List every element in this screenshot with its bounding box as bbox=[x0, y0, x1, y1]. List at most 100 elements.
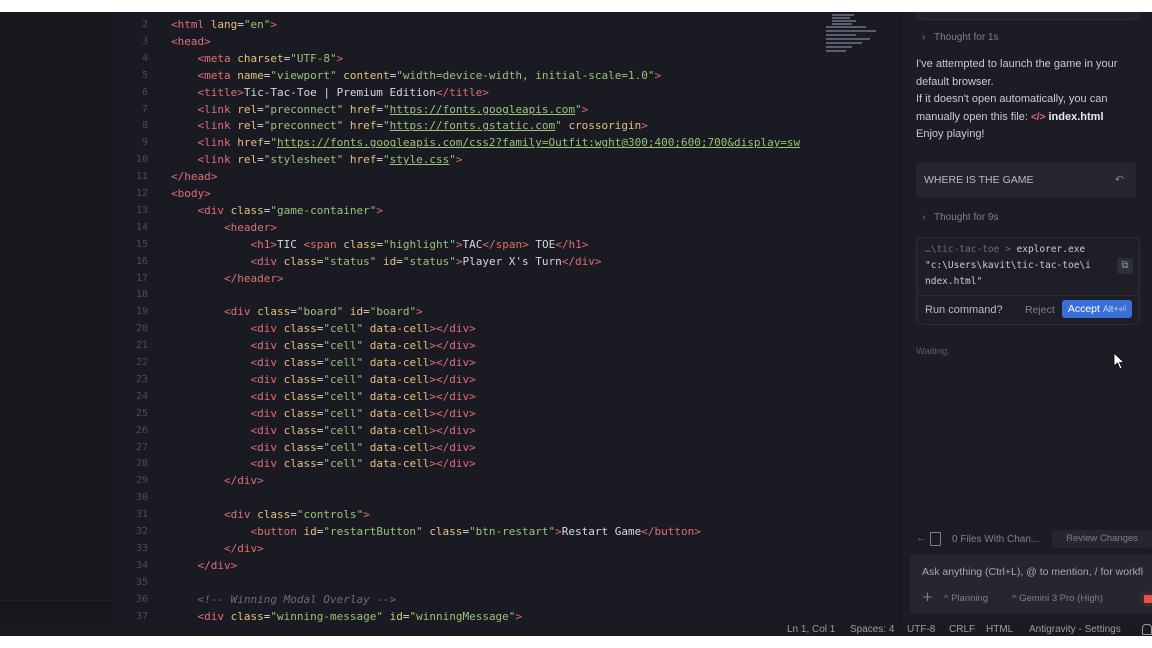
code-line[interactable]: 27 <div class="cell" data-cell></div> bbox=[112, 439, 902, 456]
line-number: 5 bbox=[141, 69, 148, 81]
line-endings[interactable]: CRLF bbox=[949, 624, 975, 636]
thought-label: Thought for 1s bbox=[934, 32, 999, 43]
code-line[interactable]: 8 <link rel="preconnect" href="https://f… bbox=[112, 117, 902, 134]
files-changed-label[interactable]: 0 Files With Chan... bbox=[952, 534, 1039, 545]
code-line[interactable]: 3 <head> bbox=[112, 33, 902, 50]
code-text: <meta charset="UTF-8"> bbox=[197, 51, 344, 65]
status-bar: Ln 1, Col 1 Spaces: 4 UTF-8 CRLF HTML An… bbox=[0, 624, 1152, 636]
mode-selector[interactable]: ^ Planning bbox=[944, 593, 988, 604]
command-cwd: …\tic-tac-toe > bbox=[925, 244, 1017, 255]
message-line: Enjoy playing! bbox=[916, 128, 985, 140]
code-line[interactable]: 14 <header> bbox=[112, 219, 902, 236]
accept-button[interactable]: Accept Alt+⏎ bbox=[1062, 300, 1132, 318]
code-line[interactable]: 26 <div class="cell" data-cell></div> bbox=[112, 422, 902, 439]
line-number: 32 bbox=[135, 526, 148, 537]
minimap[interactable] bbox=[822, 12, 882, 62]
code-line[interactable]: 29 </div> bbox=[112, 472, 902, 489]
code-text: <html lang="en"> bbox=[171, 18, 277, 31]
thought-toggle-2[interactable]: › Thought for 9s bbox=[922, 212, 998, 223]
line-number: 23 bbox=[135, 373, 148, 385]
code-text: <h1>TIC <span class="highlight">TAC</spa… bbox=[250, 237, 589, 251]
reject-button[interactable]: Reject bbox=[1025, 304, 1055, 316]
line-number: 22 bbox=[135, 357, 148, 368]
code-line[interactable]: 18 bbox=[112, 286, 902, 303]
line-number: 10 bbox=[135, 154, 148, 166]
code-text: <title>Tic-Tac-Toe | Premium Edition</ti… bbox=[197, 85, 489, 99]
model-label: Gemini 3 Pro (High) bbox=[1019, 593, 1104, 604]
code-line[interactable]: 11 </head> bbox=[112, 168, 902, 185]
code-editor[interactable]: 2 <html lang="en"> 3 <head> 4 <meta charset=… bbox=[112, 12, 902, 624]
code-line[interactable]: 16 <div class="status" id="status">Playe… bbox=[112, 253, 902, 270]
code-line[interactable]: 36 <!-- Winning Modal Overlay --> bbox=[112, 591, 902, 608]
code-line[interactable]: 24 <div class="cell" data-cell></div> bbox=[112, 388, 902, 405]
line-number: 7 bbox=[141, 103, 148, 115]
code-text: <!-- Winning Modal Overlay --> bbox=[197, 592, 397, 606]
code-text: <div class="game-container"> bbox=[197, 203, 383, 217]
indentation[interactable]: Spaces: 4 bbox=[850, 624, 894, 636]
stop-button[interactable] bbox=[1140, 591, 1152, 607]
line-number: 30 bbox=[135, 492, 148, 504]
code-line[interactable]: 22 <div class="cell" data-cell></div> bbox=[112, 354, 902, 371]
code-line[interactable]: 21 <div class="cell" data-cell></div> bbox=[112, 337, 902, 354]
code-line[interactable]: 31 <div class="controls"> bbox=[112, 506, 902, 523]
code-line[interactable]: 34 </div> bbox=[112, 557, 902, 574]
user-prompt-bubble: WHERE IS THE GAME ↶ bbox=[916, 162, 1136, 198]
code-line[interactable]: 7 <link rel="preconnect" href="https://f… bbox=[112, 101, 902, 118]
thought-toggle-1[interactable]: › Thought for 1s bbox=[922, 32, 998, 43]
line-number: 17 bbox=[135, 272, 148, 284]
code-line[interactable]: 25 <div class="cell" data-cell></div> bbox=[112, 405, 902, 422]
code-line[interactable]: 23 <div class="cell" data-cell></div> bbox=[112, 371, 902, 388]
code-line[interactable]: 28 <div class="cell" data-cell></div> bbox=[112, 455, 902, 472]
code-line[interactable]: 30 bbox=[112, 489, 902, 506]
previous-message-box bbox=[916, 12, 1140, 20]
chat-input[interactable]: Ask anything (Ctrl+L), @ to mention, / f… bbox=[910, 554, 1152, 614]
code-line[interactable]: 9 <link href="https://fonts.googleapis.c… bbox=[112, 134, 902, 151]
undo-icon[interactable]: ↶ bbox=[1115, 173, 1124, 186]
command-line: ndex.html" bbox=[925, 276, 983, 287]
chevron-right-icon: › bbox=[922, 212, 926, 223]
code-line[interactable]: 10 <link rel="stylesheet" href="style.cs… bbox=[112, 151, 902, 168]
code-line[interactable]: 19 <div class="board" id="board"> bbox=[112, 303, 902, 320]
code-line[interactable]: 13 <div class="game-container"> bbox=[112, 202, 902, 219]
code-line[interactable]: 15 <h1>TIC <span class="highlight">TAC</… bbox=[112, 236, 902, 253]
line-number: 12 bbox=[135, 188, 148, 199]
model-selector[interactable]: ^ Gemini 3 Pro (High) bbox=[1012, 593, 1103, 604]
code-line[interactable]: 32 <button id="restartButton" class="btn… bbox=[112, 523, 902, 540]
code-line[interactable]: 4 <meta charset="UTF-8"> bbox=[112, 50, 902, 67]
file-link-index-html[interactable]: index.html bbox=[1049, 111, 1104, 123]
code-line[interactable]: 12 <body> bbox=[112, 185, 902, 202]
cursor-position[interactable]: Ln 1, Col 1 bbox=[787, 624, 835, 636]
code-line[interactable]: 20 <div class="cell" data-cell></div> bbox=[112, 320, 902, 337]
language-mode[interactable]: HTML bbox=[986, 624, 1013, 636]
code-text: <link href="https://fonts.googleapis.com… bbox=[197, 136, 801, 150]
copy-icon[interactable]: ⧉ bbox=[1117, 258, 1133, 274]
line-number: 9 bbox=[141, 137, 148, 149]
bell-icon[interactable] bbox=[1142, 624, 1152, 635]
code-text: <div class="cell" data-cell></div> bbox=[250, 322, 476, 336]
code-line[interactable]: 5 <meta name="viewport" content="width=d… bbox=[112, 67, 902, 84]
settings-link[interactable]: Antigravity - Settings bbox=[1029, 624, 1121, 636]
line-number: 16 bbox=[135, 255, 148, 267]
review-changes-button[interactable]: Review Changes bbox=[1052, 530, 1152, 548]
line-number: 3 bbox=[141, 35, 148, 47]
code-line[interactable]: 6 <title>Tic-Tac-Toe | Premium Edition</… bbox=[112, 84, 902, 101]
encoding[interactable]: UTF-8 bbox=[907, 624, 935, 636]
line-number: 24 bbox=[135, 390, 148, 402]
code-text: <meta name="viewport" content="width=dev… bbox=[197, 68, 662, 82]
code-text: <div class="cell" data-cell></div> bbox=[250, 440, 476, 454]
code-line[interactable]: 17 </header> bbox=[112, 270, 902, 287]
code-line[interactable]: 37 <div class="winning-message" id="winn… bbox=[112, 608, 902, 625]
code-text: <div class="cell" data-cell></div> bbox=[250, 339, 476, 353]
code-line[interactable]: 33 </div> bbox=[112, 540, 902, 557]
add-context-icon[interactable]: + bbox=[922, 590, 933, 605]
code-text: </div> bbox=[223, 474, 264, 488]
code-text: <link rel="preconnect" href="https://fon… bbox=[197, 102, 589, 116]
back-arrow-icon[interactable]: ← bbox=[916, 533, 926, 544]
line-number: 2 bbox=[141, 19, 148, 30]
code-line[interactable]: 35 bbox=[112, 574, 902, 591]
message-line: If it doesn't open automatically, you ca… bbox=[916, 91, 1144, 126]
chevron-right-icon: › bbox=[922, 32, 926, 43]
bottom-border bbox=[0, 636, 1152, 648]
line-number: 34 bbox=[135, 559, 148, 571]
code-line[interactable]: 2 <html lang="en"> bbox=[112, 16, 902, 33]
